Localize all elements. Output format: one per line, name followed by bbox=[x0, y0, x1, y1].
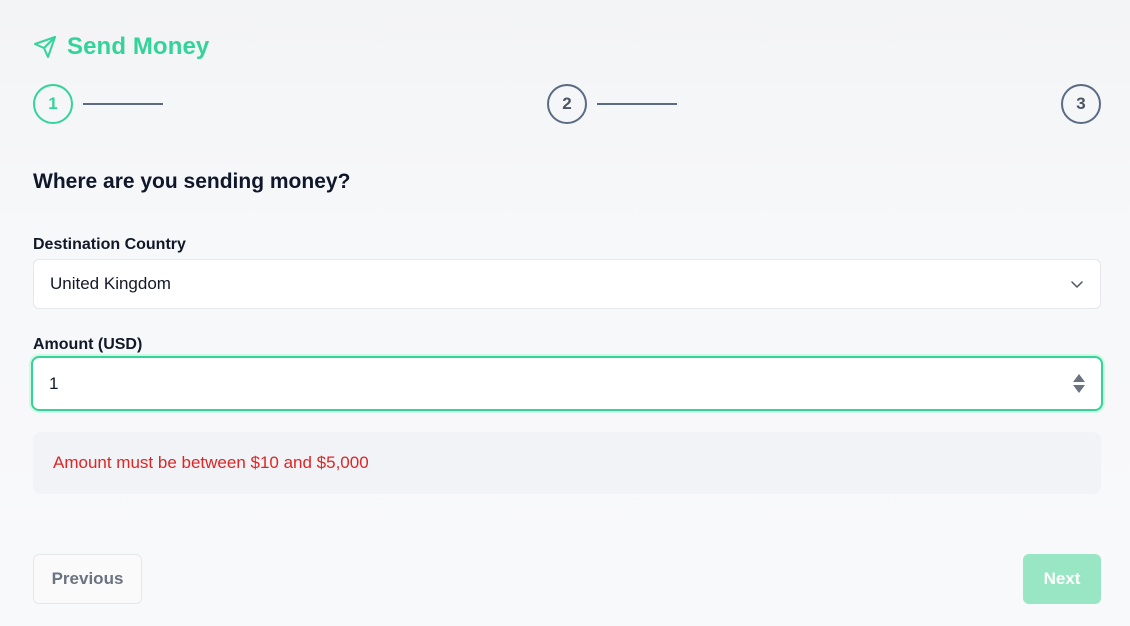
step-1: 1 bbox=[33, 84, 163, 124]
send-icon bbox=[33, 35, 57, 59]
step-3-indicator: 3 bbox=[1061, 84, 1101, 124]
amount-label: Amount (USD) bbox=[33, 336, 143, 353]
step-3: 3 bbox=[1061, 84, 1101, 124]
destination-country-select[interactable]: United Kingdom bbox=[33, 259, 1101, 309]
step-1-indicator: 1 bbox=[33, 84, 73, 124]
progress-stepper: 1 2 3 bbox=[33, 84, 1101, 124]
page-title: Send Money bbox=[67, 33, 210, 60]
chevron-down-icon bbox=[1070, 277, 1084, 291]
step-connector bbox=[83, 103, 163, 105]
step-connector bbox=[597, 103, 677, 105]
amount-value: 1 bbox=[49, 373, 59, 393]
error-message: Amount must be between $10 and $5,000 bbox=[53, 453, 369, 472]
step-2-indicator: 2 bbox=[547, 84, 587, 124]
page-header: Send Money bbox=[33, 33, 209, 61]
section-heading: Where are you sending money? bbox=[33, 170, 351, 193]
destination-country-value: United Kingdom bbox=[50, 274, 171, 293]
previous-button[interactable]: Previous bbox=[33, 554, 142, 604]
send-money-page: Send Money 1 2 3 Where are you sending m… bbox=[0, 0, 1130, 626]
increment-arrow-icon[interactable] bbox=[1073, 374, 1085, 382]
amount-input[interactable]: 1 bbox=[31, 356, 1103, 411]
step-2: 2 bbox=[547, 84, 677, 124]
number-spinner[interactable] bbox=[1073, 374, 1085, 393]
decrement-arrow-icon[interactable] bbox=[1073, 385, 1085, 393]
next-button[interactable]: Next bbox=[1023, 554, 1101, 604]
validation-error: Amount must be between $10 and $5,000 bbox=[33, 432, 1101, 494]
destination-country-label: Destination Country bbox=[33, 236, 186, 253]
